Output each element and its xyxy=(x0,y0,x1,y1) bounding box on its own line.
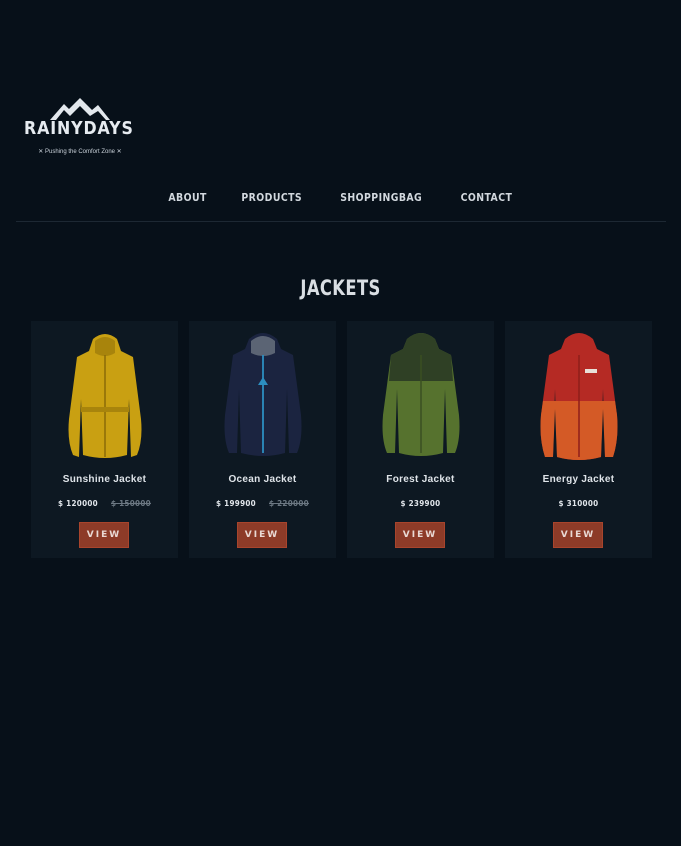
product-grid: Sunshine Jacket $ 120000 $ 150000 VIEW O… xyxy=(31,321,652,558)
brand-tagline: ✕ Pushing the Comfort Zone ✕ xyxy=(38,149,122,155)
nav-item-shoppingbag[interactable]: SHOPPINGBAG xyxy=(340,191,422,204)
product-card[interactable]: Forest Jacket $ 239900 VIEW xyxy=(347,321,494,558)
product-prices: $ 120000 $ 150000 xyxy=(31,499,178,508)
product-card[interactable]: Energy Jacket $ 310000 VIEW xyxy=(505,321,652,558)
product-old-price: $ 220000 xyxy=(269,499,309,508)
product-name: Ocean Jacket xyxy=(228,474,297,485)
green-jacket-image xyxy=(382,333,460,456)
nav-item-about[interactable]: ABOUT xyxy=(168,191,206,204)
view-button[interactable]: VIEW xyxy=(395,522,445,548)
navy-jacket-image xyxy=(224,333,302,456)
brand-name: RAINYDAYS xyxy=(24,118,134,139)
product-card[interactable]: Sunshine Jacket $ 120000 $ 150000 VIEW xyxy=(31,321,178,558)
main-nav: ABOUT PRODUCTS SHOPPINGBAG CONTACT xyxy=(0,191,681,204)
product-card[interactable]: Ocean Jacket $ 199900 $ 220000 VIEW xyxy=(189,321,336,558)
product-price: $ 199900 xyxy=(216,499,256,508)
product-price: $ 239900 xyxy=(400,499,441,508)
brand-logo[interactable]: RAINYDAYS ✕ Pushing the Comfort Zone ✕ xyxy=(24,98,136,160)
product-name: Energy Jacket xyxy=(542,474,615,485)
view-button[interactable]: VIEW xyxy=(79,522,129,548)
product-name: Sunshine Jacket xyxy=(62,474,147,485)
product-name: Forest Jacket xyxy=(386,474,455,485)
product-prices: $ 199900 $ 220000 xyxy=(189,499,336,508)
product-prices: $ 310000 xyxy=(505,499,652,508)
product-old-price: $ 150000 xyxy=(111,499,151,508)
nav-item-contact[interactable]: CONTACT xyxy=(460,191,512,204)
header-divider xyxy=(16,221,666,222)
view-button[interactable]: VIEW xyxy=(237,522,287,548)
page-title: JACKETS xyxy=(300,276,381,300)
product-price: $ 310000 xyxy=(558,499,599,508)
product-prices: $ 239900 xyxy=(347,499,494,508)
yellow-jacket-image xyxy=(68,334,142,458)
product-price: $ 120000 xyxy=(58,499,98,508)
mountain-icon xyxy=(50,98,110,120)
nav-item-products[interactable]: PRODUCTS xyxy=(241,191,302,204)
view-button[interactable]: VIEW xyxy=(553,522,603,548)
red-jacket-image xyxy=(540,333,618,460)
